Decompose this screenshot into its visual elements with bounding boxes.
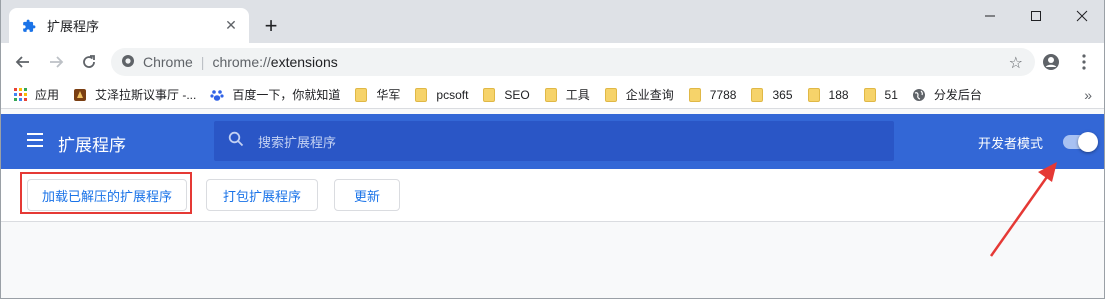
folder-icon	[863, 87, 877, 102]
new-tab-button[interactable]: +	[259, 14, 283, 38]
developer-mode-toggle[interactable]	[1063, 132, 1098, 152]
baidu-paw-icon	[210, 88, 224, 102]
update-button[interactable]: 更新	[334, 179, 400, 211]
puzzle-icon	[21, 18, 37, 34]
bookmark-folder[interactable]: 工具	[544, 86, 590, 103]
bookmark-apps[interactable]: 应用	[13, 86, 59, 103]
bookmark-folder[interactable]: 企业查询	[604, 86, 674, 103]
pack-extension-button[interactable]: 打包扩展程序	[206, 179, 318, 211]
globe-icon	[912, 88, 926, 102]
page-title: 扩展程序	[58, 136, 126, 155]
window-close-icon[interactable]	[1059, 0, 1105, 32]
site-label: Chrome	[143, 54, 193, 70]
tab-title: 扩展程序	[47, 19, 100, 34]
bookmark-item[interactable]: 百度一下，你就知道	[210, 86, 340, 103]
search-input[interactable]: 搜索扩展程序	[214, 121, 894, 161]
back-icon[interactable]	[11, 50, 35, 74]
bookmark-star-icon[interactable]: ☆	[1009, 53, 1023, 73]
bookmark-label: 应用	[35, 88, 60, 102]
bookmarks-bar: 应用 艾泽拉斯议事厅 -... 百度一下，你就知道 华军 pcsoft SEO	[1, 81, 1104, 109]
folder-icon	[482, 87, 496, 102]
toggle-knob	[1078, 132, 1098, 152]
hamburger-menu-icon[interactable]	[27, 133, 43, 147]
url-path: extensions	[270, 54, 338, 70]
bookmarks-overflow-icon[interactable]: »	[1084, 87, 1092, 103]
bookmark-folder[interactable]: 7788	[688, 87, 737, 102]
bookmark-folder[interactable]: SEO	[482, 87, 530, 102]
browser-window: 扩展程序 ✕ + Chrome | chrome:// extensions ☆…	[0, 0, 1105, 299]
bookmark-label: 365	[772, 87, 793, 102]
tab-strip: 扩展程序 ✕ +	[1, 0, 1104, 43]
browser-toolbar: Chrome | chrome:// extensions ☆	[1, 43, 1104, 81]
bookmark-label: 7788	[709, 87, 737, 102]
url-prefix: chrome://	[212, 54, 271, 70]
tab-close-icon[interactable]: ✕	[223, 17, 239, 34]
tab-extensions[interactable]: 扩展程序 ✕	[9, 8, 249, 43]
bookmark-folder[interactable]: pcsoft	[414, 87, 469, 102]
bookmark-folder[interactable]: 365	[750, 87, 793, 102]
folder-icon	[544, 87, 558, 102]
bookmark-label: 艾泽拉斯议事厅 -...	[95, 88, 197, 102]
apps-grid-icon	[13, 88, 27, 102]
bookmark-label: 华军	[376, 88, 401, 102]
search-icon	[228, 131, 244, 152]
bookmark-folder[interactable]: 188	[807, 87, 849, 102]
profile-icon[interactable]	[1039, 50, 1063, 74]
annotation-arrow	[989, 162, 1057, 257]
url-separator: |	[200, 54, 205, 70]
bookmark-label: 百度一下，你就知道	[232, 88, 341, 102]
bookmark-item[interactable]: 分发后台	[912, 86, 982, 103]
extensions-header: 扩展程序 搜索扩展程序 开发者模式	[1, 114, 1104, 169]
menu-more-icon[interactable]	[1072, 50, 1096, 74]
bookmark-label: 分发后台	[933, 88, 982, 102]
folder-icon	[604, 87, 618, 102]
bookmark-label: 工具	[565, 88, 590, 102]
folder-icon	[414, 87, 428, 102]
developer-mode-label: 开发者模式	[978, 136, 1044, 151]
annotation-highlight-box	[20, 172, 192, 214]
bookmark-label: SEO	[504, 87, 530, 102]
bookmark-label: 企业查询	[625, 88, 674, 102]
bookmark-label: 51	[884, 87, 898, 102]
folder-icon	[354, 87, 368, 102]
address-bar[interactable]: Chrome | chrome:// extensions ☆	[111, 48, 1035, 76]
reload-icon[interactable]	[77, 50, 101, 74]
folder-icon	[688, 87, 702, 102]
chrome-site-icon	[121, 54, 135, 71]
bookmark-item[interactable]: 艾泽拉斯议事厅 -...	[73, 86, 196, 103]
bookmark-label: pcsoft	[436, 87, 469, 102]
folder-icon	[750, 87, 764, 102]
folder-icon	[807, 87, 821, 102]
forward-icon[interactable]	[44, 50, 68, 74]
maximize-icon[interactable]	[1013, 0, 1059, 32]
bookmark-folder[interactable]: 华军	[354, 86, 400, 103]
search-placeholder: 搜索扩展程序	[258, 134, 337, 150]
bookmark-folder[interactable]: 51	[863, 87, 898, 102]
bookmark-label: 188	[828, 87, 849, 102]
minimize-icon[interactable]	[967, 0, 1013, 32]
bookmark-favicon-icon	[73, 88, 87, 102]
